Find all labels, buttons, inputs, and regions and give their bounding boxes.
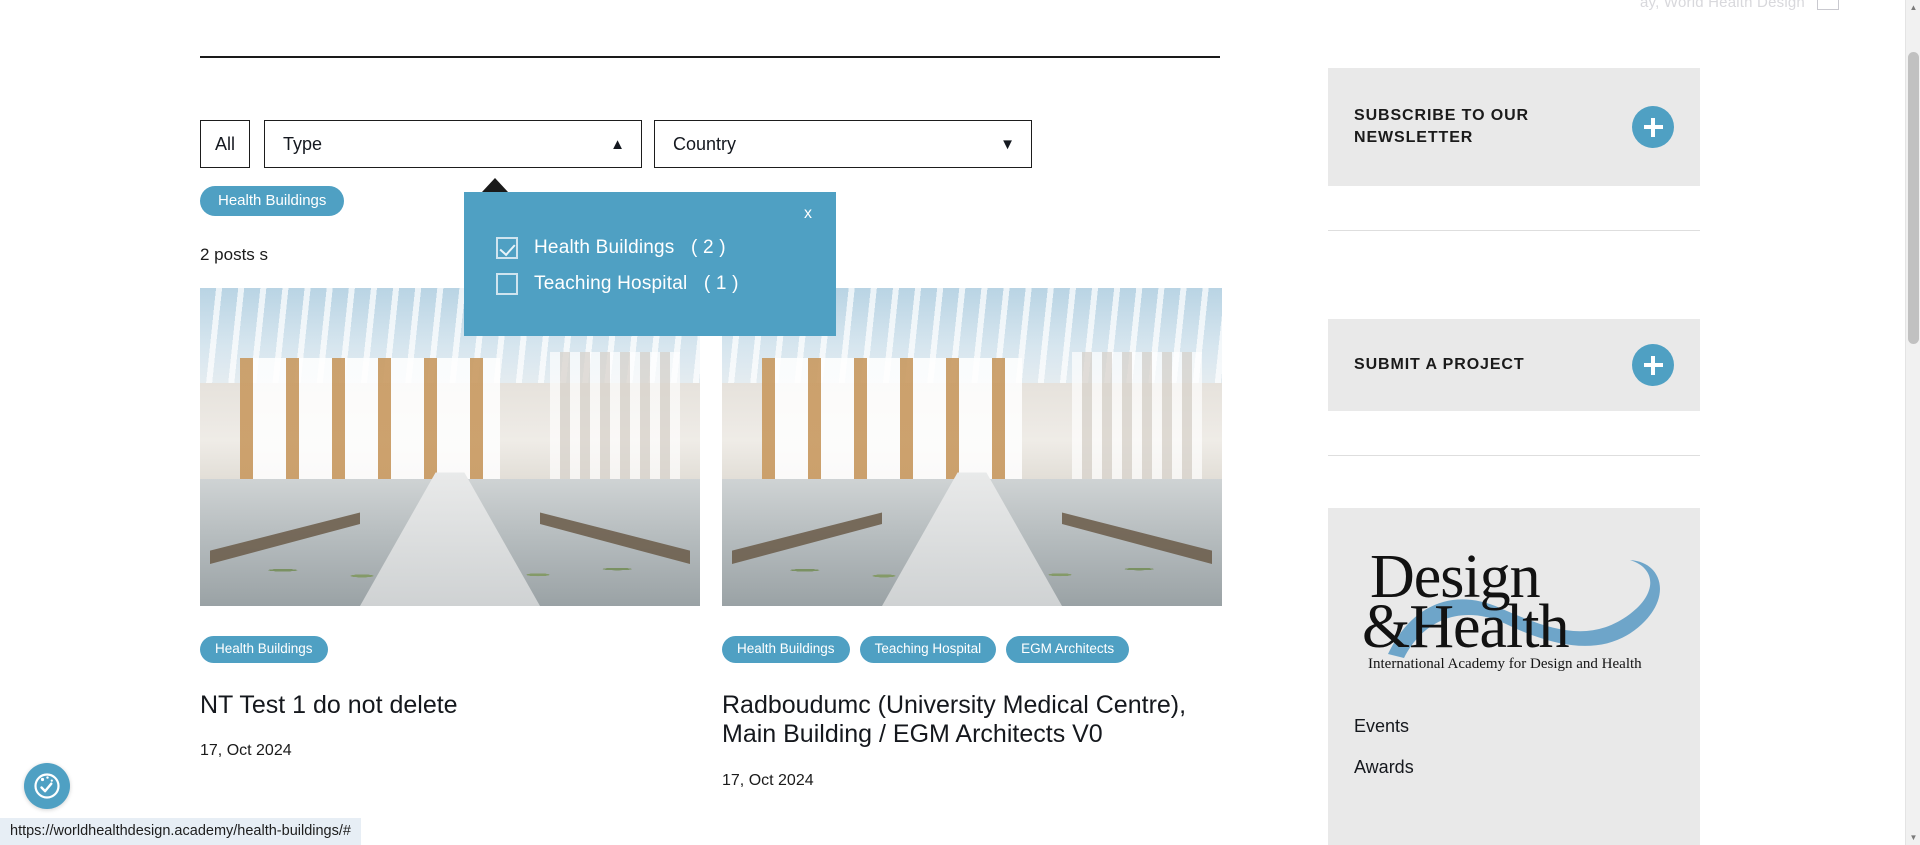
page-root: ay, World Health Design All Type ▲ Count…: [0, 0, 1920, 845]
filter-bar: All Type ▲ Country ▼: [200, 120, 1032, 168]
logo-line-2: &Health: [1362, 593, 1569, 661]
option-count: ( 2 ): [690, 237, 726, 258]
header-cut-box-icon: [1817, 0, 1840, 10]
logo-subtitle: International Academy for Design and Hea…: [1368, 656, 1642, 672]
accessibility-widget-button[interactable]: [24, 763, 70, 809]
sidebar-divider: [1328, 230, 1700, 231]
submit-project-panel[interactable]: SUBMIT A PROJECT: [1328, 319, 1700, 411]
scroll-up-arrow-icon[interactable]: ▲: [1906, 0, 1920, 15]
post-date: 17, Oct 2024: [722, 771, 814, 789]
dropdown-caret-icon: [482, 178, 508, 192]
post-tag[interactable]: Health Buildings: [722, 636, 850, 663]
post-title[interactable]: Radboudumc (University Medical Centre), …: [722, 691, 1222, 750]
selected-chip-label: Health Buildings: [218, 192, 327, 209]
scroll-down-arrow-icon[interactable]: ▼: [1906, 830, 1920, 845]
section-divider-rule: [200, 56, 1220, 58]
selected-filter-chips: Health Buildings: [200, 186, 345, 216]
post-tag[interactable]: Teaching Hospital: [859, 636, 997, 663]
sidebar-link-awards[interactable]: Awards: [1354, 757, 1674, 778]
post-card: Health Buildings Teaching Hospital EGM A…: [722, 288, 1222, 790]
academy-logo: Design &Health International Academy for…: [1354, 543, 1674, 672]
post-date: 17, Oct 2024: [200, 742, 292, 760]
option-text: Teaching Hospital: [534, 273, 688, 294]
submit-project-title: SUBMIT A PROJECT: [1354, 355, 1525, 373]
vertical-scrollbar[interactable]: ▲ ▼: [1905, 0, 1920, 845]
newsletter-panel[interactable]: SUBSCRIBE TO OUR NEWSLETTER: [1328, 68, 1700, 186]
chevron-up-icon: ▲: [610, 135, 625, 153]
post-tag[interactable]: Health Buildings: [200, 636, 328, 663]
scrollbar-thumb[interactable]: [1908, 52, 1919, 344]
planting: [230, 536, 670, 594]
post-tag[interactable]: EGM Architects: [1006, 636, 1130, 663]
filter-country-label: Country: [673, 133, 737, 154]
facade-right: [1072, 351, 1202, 498]
dropdown-option-teaching-hospital[interactable]: Teaching Hospital ( 1 ): [464, 266, 836, 302]
results-count: 2 posts s: [200, 245, 268, 265]
post-tags: Health Buildings Teaching Hospital EGM A…: [722, 636, 1222, 663]
accessibility-icon: [34, 773, 60, 799]
filter-all-button[interactable]: All: [200, 120, 250, 168]
results-count-label: 2 posts s: [200, 245, 269, 264]
checkbox-checked-icon[interactable]: [496, 237, 518, 259]
option-count: ( 1 ): [703, 273, 739, 294]
filter-type-select[interactable]: Type ▲: [264, 120, 642, 168]
newsletter-title: SUBSCRIBE TO OUR NEWSLETTER: [1354, 106, 1530, 146]
dropdown-option-label: Health Buildings ( 2 ): [534, 237, 726, 259]
selected-chip-health-buildings[interactable]: Health Buildings: [200, 186, 345, 216]
post-card: Health Buildings NT Test 1 do not delete…: [200, 288, 700, 790]
filter-type-label: Type: [283, 133, 323, 154]
sidebar-link-events[interactable]: Events: [1354, 716, 1674, 737]
plus-icon[interactable]: [1632, 106, 1674, 148]
browser-status-url: https://worldhealthdesign.academy/health…: [0, 818, 361, 845]
results-grid: Health Buildings NT Test 1 do not delete…: [200, 288, 1222, 790]
post-tags: Health Buildings: [200, 636, 700, 663]
academy-logo-panel: Design &Health International Academy for…: [1328, 508, 1700, 845]
plus-icon[interactable]: [1632, 344, 1674, 386]
close-icon: x: [804, 205, 812, 222]
dropdown-close-button[interactable]: x: [800, 202, 816, 226]
sidebar-links: Events Awards: [1354, 716, 1674, 778]
facade-right: [550, 351, 680, 498]
type-filter-dropdown-panel: x Health Buildings ( 2 ) Teaching Hospit…: [464, 178, 836, 336]
dropdown-option-label: Teaching Hospital ( 1 ): [534, 273, 739, 295]
option-text: Health Buildings: [534, 237, 675, 258]
dropdown-option-health-buildings[interactable]: Health Buildings ( 2 ): [464, 230, 836, 266]
dropdown-option-list: Health Buildings ( 2 ) Teaching Hospital…: [464, 230, 836, 302]
chevron-down-icon: ▼: [1000, 135, 1015, 153]
sidebar-divider: [1328, 455, 1700, 456]
checkbox-unchecked-icon[interactable]: [496, 273, 518, 295]
filter-all-label: All: [214, 133, 235, 154]
planting: [752, 536, 1192, 594]
right-sidebar: SUBSCRIBE TO OUR NEWSLETTER SUBMIT A PRO…: [1328, 0, 1700, 845]
filter-country-select[interactable]: Country ▼: [654, 120, 1032, 168]
post-title[interactable]: NT Test 1 do not delete: [200, 691, 700, 721]
